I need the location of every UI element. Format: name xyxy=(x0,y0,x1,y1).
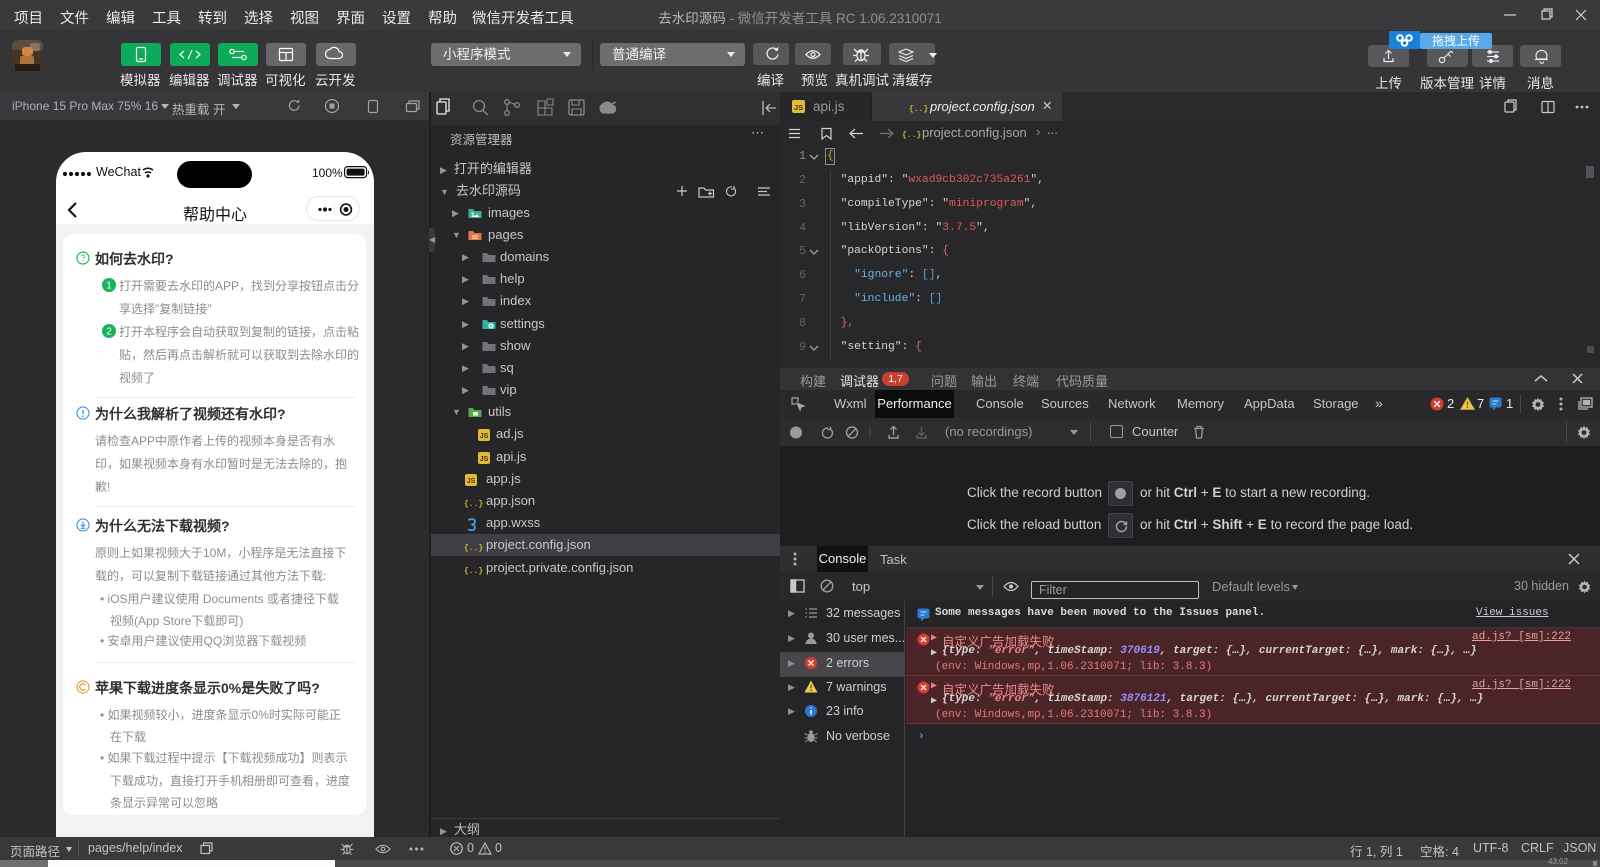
svg-text:{..}: {..} xyxy=(464,567,483,576)
svg-text:{..}: {..} xyxy=(464,500,483,509)
svg-text:JS: JS xyxy=(480,433,489,440)
svg-text:{..}: {..} xyxy=(909,105,928,114)
svg-text:JS: JS xyxy=(480,456,489,463)
svg-text:1: 1 xyxy=(106,281,112,292)
svg-text:{..}: {..} xyxy=(902,131,921,140)
svg-text:{..}: {..} xyxy=(464,544,483,553)
svg-text:?: ? xyxy=(80,253,85,263)
svg-text:2: 2 xyxy=(106,327,112,338)
svg-text:JS: JS xyxy=(467,478,476,485)
svg-text:JS: JS xyxy=(794,103,803,112)
